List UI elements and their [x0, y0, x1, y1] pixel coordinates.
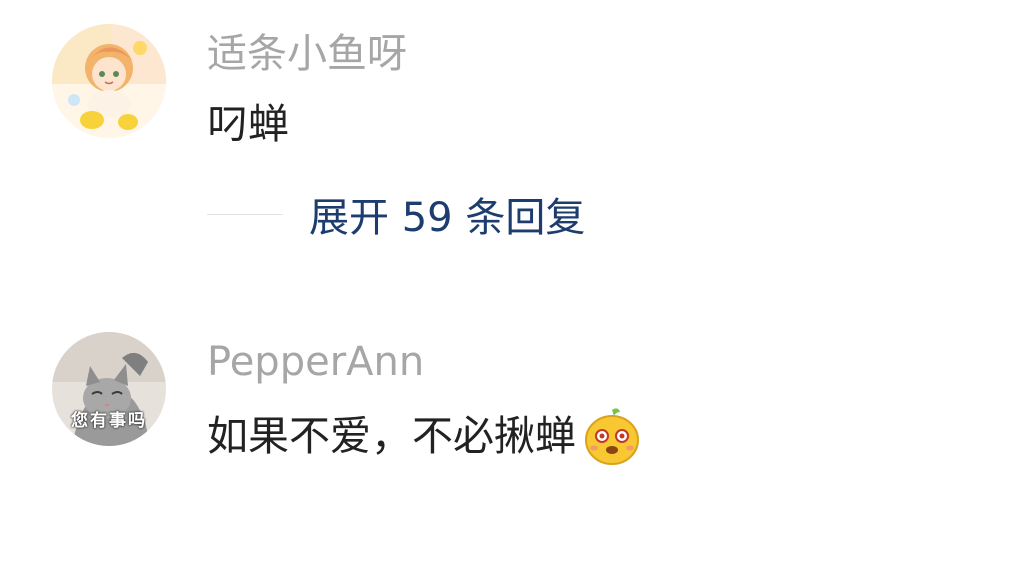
comment-text: 如果不爱，不必揪蝉 [207, 406, 642, 466]
divider-line [207, 213, 283, 215]
user-avatar[interactable] [52, 24, 166, 138]
comment-text-content: 叼蝉 [207, 100, 289, 148]
username[interactable]: 适条小鱼呀 [207, 30, 407, 78]
expand-replies-row[interactable]: 展开 59 条回复 [207, 186, 585, 242]
yellow-face-emoji-icon [582, 406, 642, 466]
comment-text-content: 如果不爱，不必揪蝉 [207, 412, 576, 460]
user-avatar[interactable]: 您有事吗 [52, 332, 166, 446]
anime-girl-avatar-image [52, 24, 166, 138]
comment-item: 您有事吗 PepperAnn 如果不爱，不必揪蝉 [0, 320, 1024, 480]
avatar-caption-text: 您有事吗 [71, 411, 147, 431]
comment-item: 适条小鱼呀 叼蝉 展开 59 条回复 [0, 0, 1024, 260]
comment-text: 叼蝉 [207, 99, 289, 149]
username[interactable]: PepperAnn [207, 338, 424, 386]
expand-replies-button[interactable]: 展开 59 条回复 [309, 185, 585, 243]
